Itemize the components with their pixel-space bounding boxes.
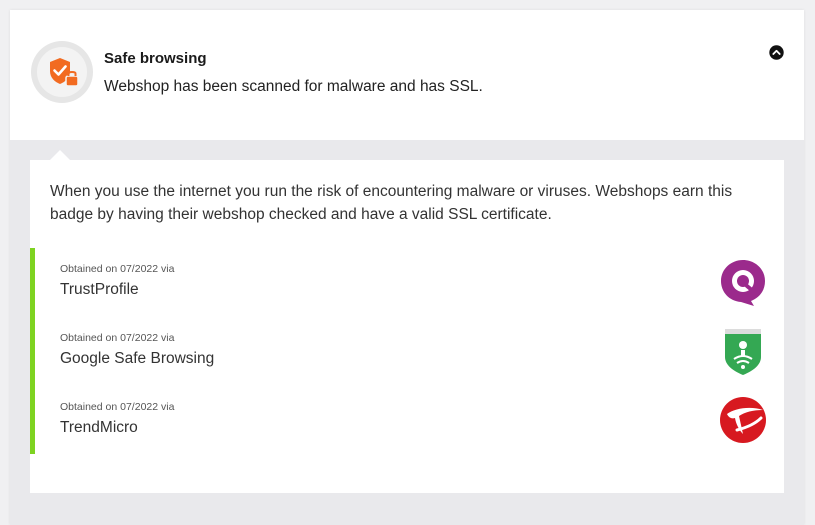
shield-check-lock-icon <box>31 41 93 103</box>
badge-title: Safe browsing <box>104 50 207 67</box>
badge-header[interactable]: Safe browsing Webshop has been scanned f… <box>10 10 804 140</box>
panel-caret <box>50 150 70 160</box>
source-name: Google Safe Browsing <box>60 350 215 367</box>
source-name: TrustProfile <box>60 281 139 298</box>
badge-details-panel: When you use the internet you run the ri… <box>30 160 784 493</box>
trustprofile-logo <box>721 260 765 306</box>
trendmicro-logo <box>720 397 766 443</box>
source-row-trendmicro: Obtained on 07/2022 via TrendMicro <box>35 386 784 446</box>
source-row-google-safe-browsing: Obtained on 07/2022 via Google Safe Brow… <box>35 317 784 377</box>
chevron-up-circle-icon[interactable] <box>769 45 784 60</box>
source-obtained-date: Obtained on 07/2022 via <box>60 332 175 344</box>
source-name: TrendMicro <box>60 419 138 436</box>
source-obtained-date: Obtained on 07/2022 via <box>60 401 175 413</box>
source-obtained-date: Obtained on 07/2022 via <box>60 263 175 275</box>
safe-browsing-card: Safe browsing Webshop has been scanned f… <box>10 10 804 525</box>
badge-description: When you use the internet you run the ri… <box>50 183 733 223</box>
source-row-trustprofile: Obtained on 07/2022 via TrustProfile <box>35 248 784 308</box>
google-safe-browsing-logo <box>725 329 761 375</box>
badge-subtitle: Webshop has been scanned for malware and… <box>104 78 483 95</box>
verification-sources: Obtained on 07/2022 via TrustProfile Obt… <box>30 248 784 454</box>
